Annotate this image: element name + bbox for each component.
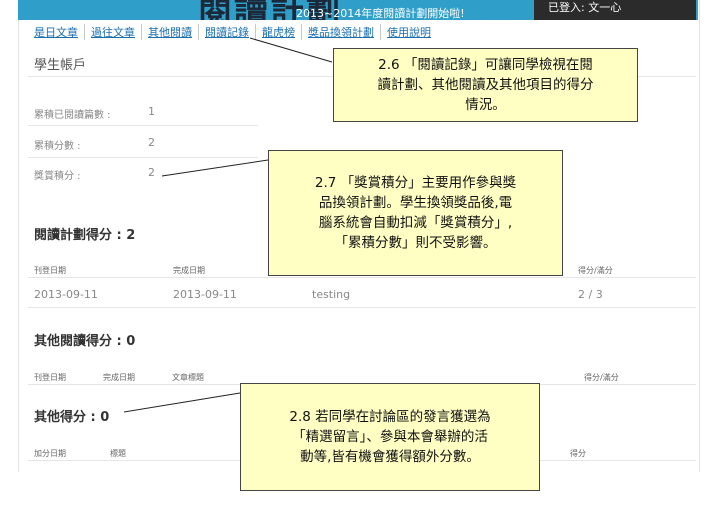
callout-2-7: 2.7 「獎賞積分」主要用作參與獎 品換領計劃。學生換領獎品後,電 腦系統會自動…: [268, 150, 563, 276]
callout-line: 動等,皆有機會獲得額外分數。: [300, 449, 480, 465]
callout-line: 2.8 若同學在討論區的發言獲選為: [289, 409, 491, 425]
callout-line: 品換領計劃。學生換領獎品後,電: [318, 195, 513, 211]
callout-line: 2.6 「閱讀記錄」可讓同學檢視在閱: [378, 57, 593, 73]
pointer-2-7: [161, 159, 269, 177]
callout-line: 「累積分數」則不受影響。: [334, 235, 497, 251]
callout-line: 「精選留言」、參與本會舉辦的活: [292, 429, 488, 445]
callout-line: 2.7 「獎賞積分」主要用作參與獎: [314, 175, 517, 191]
callout-line: 讀計劃、其他閱讀及其他項目的得分: [377, 77, 594, 93]
pointer-2-6: [249, 37, 333, 63]
callout-line: 腦系統會自動扣減「獎賞積分」,: [318, 215, 513, 231]
pointer-2-8: [123, 392, 241, 413]
callout-2-6: 2.6 「閱讀記錄」可讓同學檢視在閱 讀計劃、其他閱讀及其他項目的得分 情況。: [333, 48, 638, 122]
callout-2-8: 2.8 若同學在討論區的發言獲選為 「精選留言」、參與本會舉辦的活 動等,皆有機…: [240, 383, 540, 491]
callout-line: 情況。: [465, 97, 506, 113]
